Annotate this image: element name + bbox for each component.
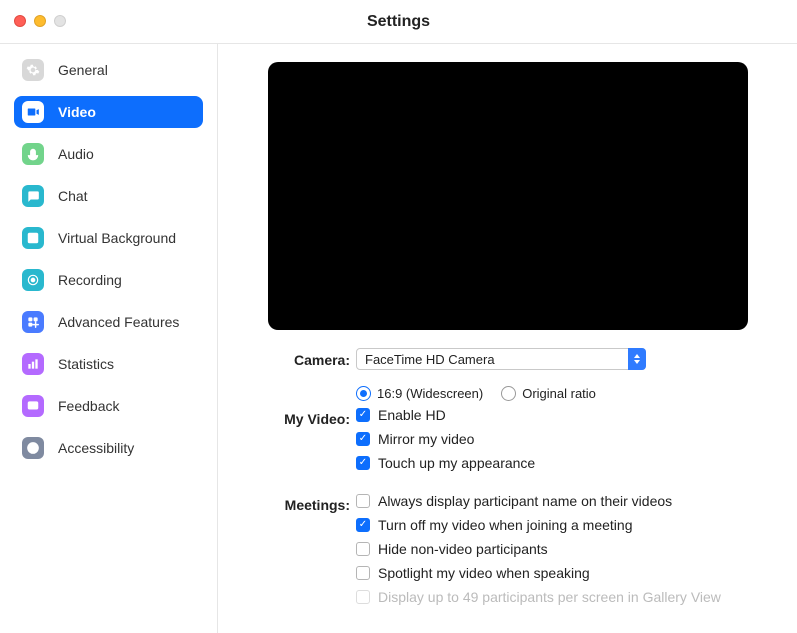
radio-original-label: Original ratio [522, 386, 596, 401]
checkbox-label: Enable HD [378, 407, 446, 423]
virtual-background-icon [22, 227, 44, 249]
window-header: Settings [0, 0, 797, 44]
checkbox-mirror[interactable]: ✓ Mirror my video [356, 431, 759, 447]
checkbox-spotlight-speaking[interactable]: Spotlight my video when speaking [356, 565, 759, 581]
aspect-ratio-group: 16:9 (Widescreen) Original ratio [356, 386, 759, 401]
camera-selected-value: FaceTime HD Camera [365, 352, 495, 367]
checkbox-enable-hd[interactable]: ✓ Enable HD [356, 407, 759, 423]
my-video-label: My Video: [256, 407, 356, 427]
checkbox-label: Spotlight my video when speaking [378, 565, 590, 581]
sidebar-item-label: Accessibility [58, 440, 134, 456]
general-icon [22, 59, 44, 81]
checkbox-icon: ✓ [356, 518, 370, 532]
checkbox-hide-non-video[interactable]: Hide non-video participants [356, 541, 759, 557]
checkbox-label: Always display participant name on their… [378, 493, 672, 509]
checkbox-display-name[interactable]: Always display participant name on their… [356, 493, 759, 509]
close-icon[interactable] [14, 15, 26, 27]
sidebar-item-recording[interactable]: Recording [14, 264, 203, 296]
meetings-row: Meetings: Always display participant nam… [256, 493, 759, 605]
radio-original[interactable]: Original ratio [501, 386, 596, 401]
checkbox-label: Touch up my appearance [378, 455, 535, 471]
checkbox-turn-off-join[interactable]: ✓ Turn off my video when joining a meetin… [356, 517, 759, 533]
checkbox-icon [356, 494, 370, 508]
sidebar-item-label: Feedback [58, 398, 119, 414]
sidebar-item-statistics[interactable]: Statistics [14, 348, 203, 380]
sidebar-item-virtual-background[interactable]: Virtual Background [14, 222, 203, 254]
checkbox-icon [356, 566, 370, 580]
meetings-label: Meetings: [256, 493, 356, 513]
select-stepper-icon [628, 348, 646, 370]
sidebar-item-label: Audio [58, 146, 94, 162]
my-video-row: My Video: ✓ Enable HD ✓ Mirror my video ✓ Tou… [256, 407, 759, 471]
video-preview [268, 62, 748, 330]
camera-select[interactable]: FaceTime HD Camera [356, 348, 646, 370]
sidebar-item-chat[interactable]: Chat [14, 180, 203, 212]
checkbox-label: Display up to 49 participants per screen… [378, 589, 721, 605]
sidebar-item-accessibility[interactable]: Accessibility [14, 432, 203, 464]
recording-icon [22, 269, 44, 291]
audio-icon [22, 143, 44, 165]
sidebar-item-advanced-features[interactable]: Advanced Features [14, 306, 203, 338]
window-title: Settings [367, 13, 430, 31]
sidebar: General Video Audio Chat Virtual Background R… [0, 44, 218, 633]
feedback-icon [22, 395, 44, 417]
sidebar-item-label: Video [58, 104, 96, 120]
main-panel: Camera: FaceTime HD Camera 16:9 (Widescr… [218, 44, 797, 633]
sidebar-item-label: General [58, 62, 108, 78]
sidebar-item-label: Virtual Background [58, 230, 176, 246]
radio-icon [501, 386, 516, 401]
accessibility-icon [22, 437, 44, 459]
camera-label: Camera: [256, 348, 356, 368]
sidebar-item-label: Recording [58, 272, 122, 288]
checkbox-label: Mirror my video [378, 431, 474, 447]
checkbox-label: Hide non-video participants [378, 541, 548, 557]
sidebar-item-label: Chat [58, 188, 88, 204]
radio-icon [356, 386, 371, 401]
sidebar-item-general[interactable]: General [14, 54, 203, 86]
chat-icon [22, 185, 44, 207]
sidebar-item-audio[interactable]: Audio [14, 138, 203, 170]
maximize-icon [54, 15, 66, 27]
checkbox-touch-up[interactable]: ✓ Touch up my appearance [356, 455, 759, 471]
checkbox-icon: ✓ [356, 408, 370, 422]
radio-widescreen[interactable]: 16:9 (Widescreen) [356, 386, 483, 401]
radio-widescreen-label: 16:9 (Widescreen) [377, 386, 483, 401]
sidebar-item-video[interactable]: Video [14, 96, 203, 128]
sidebar-item-label: Statistics [58, 356, 114, 372]
checkbox-icon [356, 590, 370, 604]
checkbox-icon: ✓ [356, 432, 370, 446]
checkbox-label: Turn off my video when joining a meeting [378, 517, 632, 533]
traffic-lights [14, 15, 66, 27]
sidebar-item-label: Advanced Features [58, 314, 179, 330]
advanced-features-icon [22, 311, 44, 333]
checkbox-icon: ✓ [356, 456, 370, 470]
statistics-icon [22, 353, 44, 375]
sidebar-item-feedback[interactable]: Feedback [14, 390, 203, 422]
camera-row: Camera: FaceTime HD Camera 16:9 (Widescr… [256, 348, 759, 401]
video-icon [22, 101, 44, 123]
checkbox-icon [356, 542, 370, 556]
checkbox-gallery-49: Display up to 49 participants per screen… [356, 589, 759, 605]
minimize-icon[interactable] [34, 15, 46, 27]
